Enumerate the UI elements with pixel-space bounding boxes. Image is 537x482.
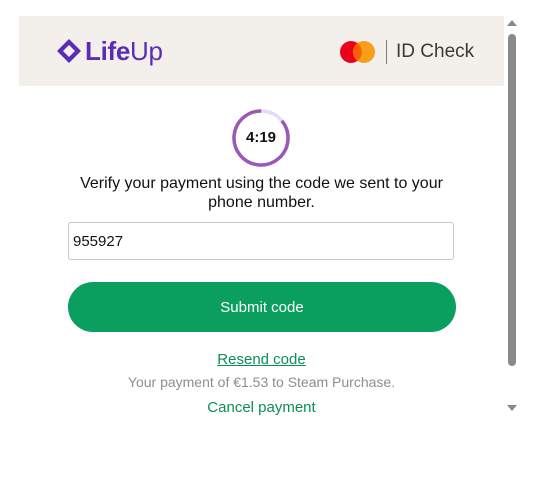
mastercard-icon [340, 41, 375, 63]
brand-name-suffix: Up [130, 35, 163, 66]
scrollbar[interactable] [504, 16, 520, 418]
brand-name: LifeUp [85, 36, 163, 67]
scrollbar-thumb[interactable] [508, 34, 516, 366]
brand-name-prefix: Life [85, 35, 131, 66]
verification-code-input[interactable] [68, 222, 454, 260]
instruction-text: Verify your payment using the code we se… [80, 175, 443, 211]
header: LifeUp ID Check [19, 16, 504, 86]
countdown-timer: 4:19 [231, 108, 291, 168]
scroll-up-arrow-icon[interactable] [507, 20, 517, 26]
timer-label: 4:19 [245, 129, 277, 146]
submit-code-button[interactable]: Submit code [68, 282, 456, 332]
scroll-down-arrow-icon[interactable] [507, 405, 517, 411]
resend-code-link[interactable]: Resend code [19, 351, 504, 368]
id-check-divider [386, 40, 387, 64]
brand-logo: LifeUp [56, 36, 163, 66]
cancel-payment-link[interactable]: Cancel payment [19, 399, 504, 416]
payment-info-text: Your payment of €1.53 to Steam Purchase. [127, 374, 396, 390]
id-check-logo: ID Check [339, 38, 474, 66]
lifeup-diamond-icon [57, 39, 81, 63]
id-check-label: ID Check [396, 41, 475, 62]
3ds-verification-frame: LifeUp ID Check 4:19 Verify your payment… [19, 16, 504, 418]
